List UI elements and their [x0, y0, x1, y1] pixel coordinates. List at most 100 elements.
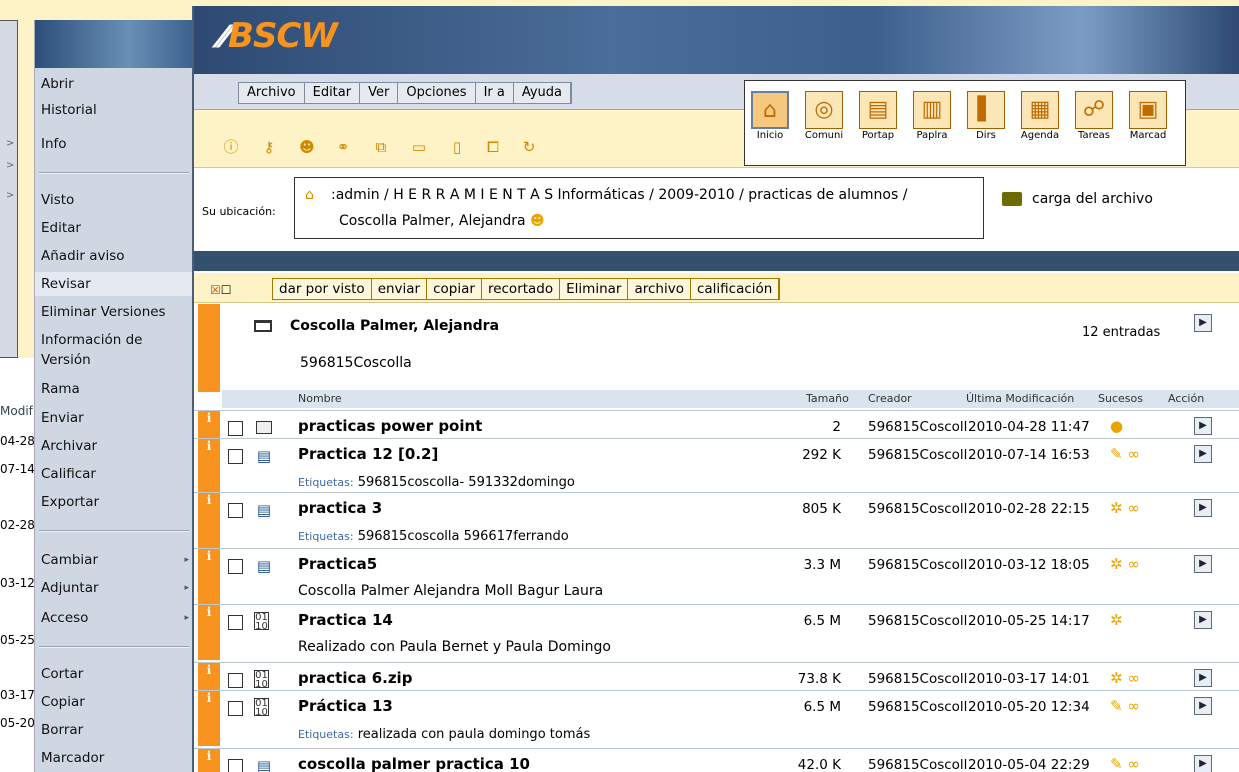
row-name[interactable]: practica 6.zip: [298, 669, 412, 687]
row-name[interactable]: practicas power point: [298, 417, 482, 435]
row-action-arrow-icon[interactable]: ▶: [1194, 669, 1212, 687]
nav-paplra[interactable]: ▥ Paplra: [909, 87, 955, 147]
row-name[interactable]: practica 3: [298, 499, 382, 517]
menu-item-marcador[interactable]: Marcador: [35, 746, 193, 770]
menu-item-editar[interactable]: Editar: [35, 216, 193, 240]
event-icon[interactable]: ✎ ∞: [1110, 445, 1140, 463]
action-archivo[interactable]: archivo: [628, 279, 691, 299]
menu-item-informacion-version[interactable]: Información de Versión: [35, 328, 193, 372]
table-row[interactable]: i practicas power point 2 596815Coscolla…: [194, 410, 1239, 438]
menu-item-rama[interactable]: Rama: [35, 377, 193, 401]
event-icon[interactable]: ✲ ∞: [1110, 499, 1140, 517]
action-enviar[interactable]: enviar: [372, 279, 428, 299]
nav-tareas[interactable]: ☍ Tareas: [1071, 87, 1117, 147]
row-checkbox[interactable]: [228, 503, 243, 518]
row-action-arrow-icon[interactable]: ▶: [1194, 417, 1212, 435]
row-action-arrow-icon[interactable]: ▶: [1194, 555, 1212, 573]
row-action-arrow-icon[interactable]: ▶: [1194, 499, 1212, 517]
menu-item-enviar[interactable]: Enviar: [35, 406, 193, 430]
new-folder-icon[interactable]: ▭: [410, 138, 428, 156]
menu-ayuda[interactable]: Ayuda: [514, 83, 572, 103]
row-name[interactable]: Practica5: [298, 555, 377, 573]
action-eliminar[interactable]: Eliminar: [560, 279, 629, 299]
event-icon[interactable]: ●: [1110, 417, 1123, 435]
event-icon[interactable]: ✲ ∞: [1110, 669, 1140, 687]
col-creador[interactable]: Creador: [868, 392, 912, 405]
user-icon[interactable]: ☻: [298, 138, 316, 156]
table-row[interactable]: i ▤ Practica5 3.3 M 596815Coscolla 2010-…: [194, 548, 1239, 604]
nav-agenda[interactable]: ▦ Agenda: [1017, 87, 1063, 147]
row-creator[interactable]: 596815Coscolla: [868, 757, 968, 772]
row-name[interactable]: Practica 14: [298, 611, 393, 629]
nav-comuni[interactable]: ◎ Comuni: [801, 87, 847, 147]
menu-item-anadir-aviso[interactable]: Añadir aviso: [35, 244, 193, 268]
info-icon[interactable]: i: [198, 493, 220, 548]
row-checkbox[interactable]: [228, 615, 243, 630]
col-accion[interactable]: Acción: [1168, 392, 1204, 405]
nav-dirs[interactable]: ▌ Dirs: [963, 87, 1009, 147]
info-icon[interactable]: i: [198, 549, 220, 604]
action-copiar[interactable]: copiar: [427, 279, 482, 299]
row-action-arrow-icon[interactable]: ▶: [1194, 611, 1212, 629]
tags-value[interactable]: 596815coscolla 596617ferrando: [358, 529, 569, 544]
menu-item-archivar[interactable]: Archivar: [35, 434, 193, 458]
row-action-arrow-icon[interactable]: ▶: [1194, 697, 1212, 715]
new-document-icon[interactable]: ▯: [448, 138, 466, 156]
nav-inicio[interactable]: ⌂ Inicio: [747, 87, 793, 147]
row-creator[interactable]: 596815Coscolla: [868, 501, 968, 517]
menu-item-historial[interactable]: Historial: [35, 98, 193, 122]
action-dar-por-visto[interactable]: dar por visto: [273, 279, 372, 299]
row-checkbox[interactable]: [228, 701, 243, 716]
nav-portap[interactable]: ▤ Portap: [855, 87, 901, 147]
info-icon[interactable]: ⓘ: [222, 138, 240, 156]
row-checkbox[interactable]: [228, 421, 243, 436]
info-icon[interactable]: i: [198, 749, 220, 772]
col-modificacion[interactable]: Última Modificación: [966, 392, 1074, 405]
row-checkbox[interactable]: [228, 673, 243, 688]
breadcrumb-current[interactable]: Coscolla Palmer, Alejandra ☻: [339, 208, 545, 234]
select-all-icon[interactable]: ☒☐: [210, 283, 232, 297]
info-icon[interactable]: i: [198, 439, 220, 492]
menu-ver[interactable]: Ver: [360, 83, 399, 103]
table-row[interactable]: i 01 10 practica 6.zip 73.8 K 596815Cosco…: [194, 662, 1239, 690]
table-row[interactable]: i 01 10 Practica 14 6.5 M 596815Coscolla …: [194, 604, 1239, 660]
action-calificacion[interactable]: calificación: [691, 279, 780, 299]
upload-link[interactable]: carga del archivo: [1002, 191, 1153, 207]
row-name[interactable]: coscolla palmer practica 10: [298, 755, 530, 772]
row-creator[interactable]: 596815Coscolla: [868, 613, 968, 629]
menu-item-acceso[interactable]: Acceso ▸: [35, 606, 193, 630]
menu-item-copiar[interactable]: Copiar: [35, 690, 193, 714]
menu-archivo[interactable]: Archivo: [239, 83, 305, 103]
tags-value[interactable]: realizada con paula domingo tomás: [358, 727, 591, 742]
menu-item-adjuntar[interactable]: Adjuntar ▸: [35, 576, 193, 600]
col-tamano[interactable]: Tamaño: [806, 392, 849, 405]
move-icon[interactable]: ⧉: [372, 138, 390, 156]
table-row[interactable]: i ▤ practica 3 805 K 596815Coscolla 2010…: [194, 492, 1239, 548]
menu-item-calificar[interactable]: Calificar: [35, 462, 193, 486]
menu-opciones[interactable]: Opciones: [398, 83, 476, 103]
menu-item-cambiar[interactable]: Cambiar ▸: [35, 548, 193, 572]
share-icon[interactable]: ⚭: [334, 138, 352, 156]
row-creator[interactable]: 596815Coscolla: [868, 447, 968, 463]
chevron-right-icon[interactable]: >: [6, 138, 14, 149]
row-action-arrow-icon[interactable]: ▶: [1194, 755, 1212, 772]
menu-item-borrar[interactable]: Borrar: [35, 718, 193, 742]
event-icon[interactable]: ✲: [1110, 611, 1123, 629]
action-recortado[interactable]: recortado: [482, 279, 561, 299]
col-sucesos[interactable]: Sucesos: [1098, 392, 1143, 405]
menu-ir-a[interactable]: Ir a: [476, 83, 514, 103]
info-icon[interactable]: i: [198, 663, 220, 690]
menu-item-cortar[interactable]: Cortar: [35, 662, 193, 686]
menu-item-eliminar-versiones[interactable]: Eliminar Versiones: [35, 300, 193, 324]
row-creator[interactable]: 596815Coscolla: [868, 671, 968, 687]
event-icon[interactable]: ✲ ∞: [1110, 555, 1140, 573]
menu-item-revisar[interactable]: Revisar: [35, 272, 193, 296]
row-checkbox[interactable]: [228, 759, 243, 772]
menu-editar[interactable]: Editar: [305, 83, 361, 103]
copy-icon[interactable]: ⧠: [484, 138, 502, 156]
row-checkbox[interactable]: [228, 449, 243, 464]
event-icon[interactable]: ✎ ∞: [1110, 697, 1140, 715]
menu-item-exportar[interactable]: Exportar: [35, 490, 193, 514]
tags-value[interactable]: 596815coscolla- 591332domingo: [358, 475, 575, 490]
menu-item-abrir[interactable]: Abrir: [35, 72, 193, 96]
